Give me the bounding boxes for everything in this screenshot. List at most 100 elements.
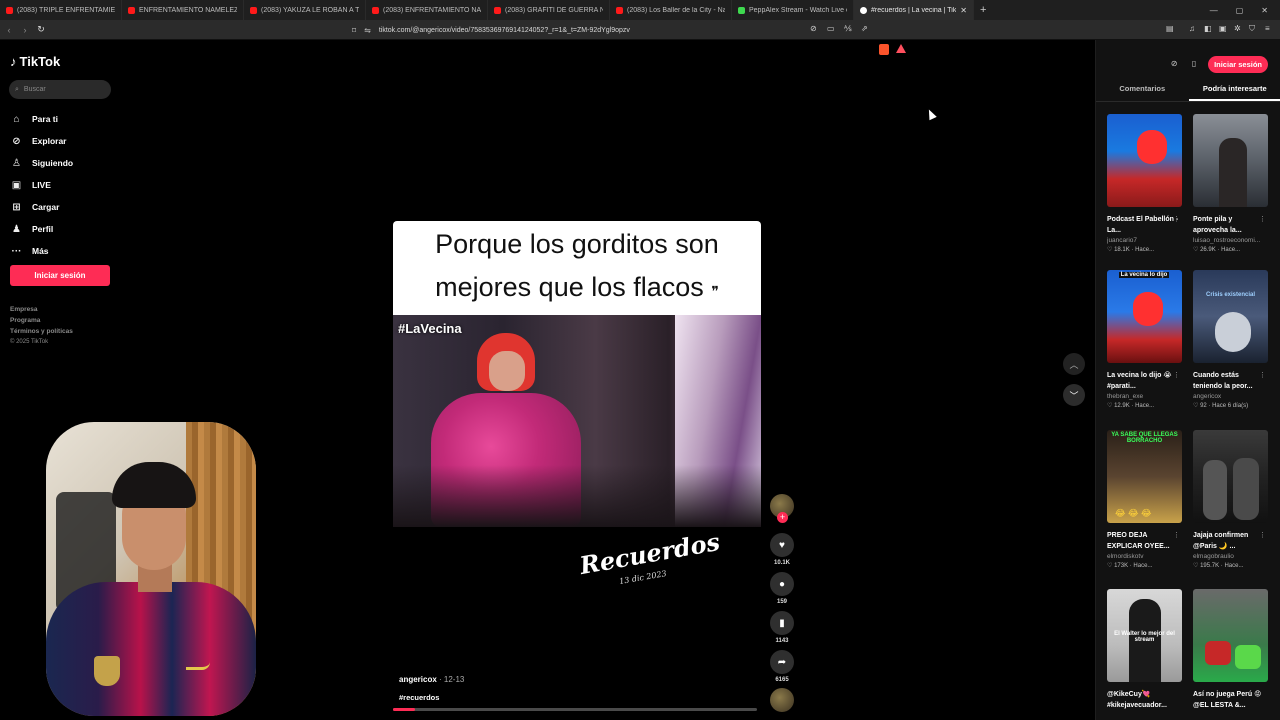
nav-item-cargar[interactable]: ⊞ Cargar (10, 196, 73, 218)
reload-icon[interactable]: ↻ (34, 24, 48, 35)
save-count: 1143 (775, 638, 789, 644)
footer-link-programa[interactable]: Programa (10, 317, 73, 324)
nav-item-live[interactable]: ▣ LIVE (10, 174, 73, 196)
live-icon: ▣ (11, 179, 22, 191)
tiktok-logo[interactable]: ♪ TikTok (10, 54, 60, 69)
save-button[interactable]: ▮ (770, 611, 794, 635)
video-author[interactable]: angericox (399, 675, 437, 684)
card-stats: ♡ 26.9K · Hace... (1193, 247, 1241, 253)
performer-head (489, 351, 525, 391)
coin-icon[interactable]: ⊘ (1168, 59, 1180, 71)
card-author: juancario7 (1107, 237, 1137, 244)
quote-icon: ❞ (711, 283, 719, 299)
creator-avatar[interactable]: + (770, 494, 794, 523)
video-caption-line2: mejores que los flacos ❞ (435, 272, 719, 302)
card-more-icon[interactable]: ⋮ (1173, 371, 1180, 379)
site-settings-icon[interactable]: ⇋ (364, 26, 371, 35)
card-more-icon[interactable]: ⋮ (1259, 531, 1266, 539)
login-button-top[interactable]: Iniciar sesión (1208, 56, 1268, 73)
browser-tab[interactable]: (2083) Los Baller de la City - Namelez (610, 0, 732, 20)
sound-disc-icon[interactable] (770, 688, 794, 712)
nav-item-explorar[interactable]: ⊘ Explorar (10, 130, 73, 152)
card-more-icon[interactable]: ⋮ (1259, 215, 1266, 223)
creator-avatar-group: + (768, 494, 796, 523)
share-group: ➦ 6165 (768, 650, 796, 683)
device-icon[interactable]: ▯ (1188, 59, 1200, 71)
prev-video-button[interactable]: ︿ (1063, 353, 1085, 375)
extension-icon[interactable]: ▤ (1166, 24, 1174, 33)
recommended-card[interactable]: Ponte pila y aprovecha la... ⋮ luisao_ro… (1193, 114, 1270, 253)
browser-tab[interactable]: (2083) YAKUZA LE ROBAN A TEO Y S (244, 0, 366, 20)
browser-tab[interactable]: PeppAlex Stream - Watch Live on Ki (732, 0, 854, 20)
back-icon[interactable]: ‹ (2, 25, 16, 35)
card-thumbnail (1193, 430, 1268, 523)
brave-rewards-icon[interactable] (896, 44, 906, 53)
menu-icon[interactable]: ≡ (1265, 24, 1270, 33)
tab-podria-interesarte[interactable]: Podría interesarte (1188, 82, 1280, 101)
recommended-card[interactable]: El Walter lo mejor del stream @KikeCuy💘 … (1107, 589, 1184, 711)
maximize-icon[interactable]: ▢ (1236, 6, 1244, 15)
next-video-button[interactable]: ﹀ (1063, 384, 1085, 406)
share-button[interactable]: ➦ (770, 650, 794, 674)
recommended-card[interactable]: YA SABE QUE LLEGAS BORRACHO 😂 😂 😂 PREO D… (1107, 430, 1184, 569)
close-tab-icon[interactable]: ✕ (960, 6, 967, 15)
card-author: thebran_exe (1107, 393, 1144, 400)
screen-icon[interactable]: ▭ (827, 24, 835, 33)
cast-icon[interactable]: ⊘ (810, 24, 817, 33)
browser-tab[interactable]: (2083) ENFRENTAMIENTO NAMELEZ (366, 0, 488, 20)
video-caption-box: Porque los gorditos son mejores que los … (393, 221, 761, 315)
bookmark-icon[interactable]: ⌑ (352, 26, 356, 35)
extensions-puzzle-icon[interactable]: ✲ (1234, 24, 1241, 33)
follow-plus-icon[interactable]: + (777, 512, 788, 523)
minimize-icon[interactable]: — (1210, 6, 1218, 15)
share-icon[interactable]: ⇗ (861, 24, 868, 33)
card-more-icon[interactable]: ⋮ (1259, 371, 1266, 379)
translate-icon[interactable]: ⅍ (844, 24, 852, 33)
card-stats: ♡ 18.1K · Hace... (1107, 247, 1155, 253)
video-progress-bar[interactable] (393, 708, 757, 711)
more-icon: ··· (11, 245, 22, 257)
music-icon[interactable]: ♫ (1189, 24, 1195, 33)
sidebar-toggle-icon[interactable]: ◧ (1204, 24, 1212, 33)
video-player[interactable]: Porque los gorditos son mejores que los … (393, 221, 761, 711)
browser-tab-active[interactable]: #recuerdos | La vecina | TikTo ✕ (854, 0, 974, 20)
comment-button[interactable]: ● (770, 572, 794, 596)
nav-item-para-ti[interactable]: ⌂ Para ti (10, 108, 73, 130)
vpn-icon[interactable]: ⛉ (1249, 24, 1255, 34)
login-button[interactable]: Iniciar sesión (10, 265, 110, 286)
recommended-card[interactable]: Así no juega Perú 😡@EL LESTA &... (1193, 589, 1270, 711)
browser-tab[interactable]: (2083) GRAFITI DE GUERRA NAMELE (488, 0, 610, 20)
card-title: Así no juega Perú 😡@EL LESTA &... (1193, 691, 1262, 709)
tab-comentarios[interactable]: Comentarios (1096, 82, 1189, 101)
brave-shield-icon[interactable] (879, 44, 889, 55)
wallet-icon[interactable]: ▣ (1219, 24, 1227, 33)
search-input[interactable]: ⌕ Buscar (9, 80, 111, 99)
nav-item-mas[interactable]: ··· Más (10, 240, 73, 262)
video-hashtag[interactable]: #recuerdos (399, 693, 439, 702)
new-tab-button[interactable]: + (974, 4, 992, 16)
card-overlay-text: YA SABE QUE LLEGAS BORRACHO (1111, 432, 1178, 444)
card-heart-icon: ♡ (1107, 247, 1113, 253)
nav-item-siguiendo[interactable]: ♙ Siguiendo (10, 152, 73, 174)
footer-link-terminos[interactable]: Términos y políticas (10, 328, 73, 335)
card-more-icon[interactable]: ⋮ (1173, 531, 1180, 539)
recommended-card[interactable]: Podcast El Pabellón - La... ⋮ juancario7… (1107, 114, 1184, 253)
like-button[interactable]: ♥ (770, 533, 794, 557)
browser-tab[interactable]: (2083) TRIPLE ENFRENTAMIENTO NA (0, 0, 122, 20)
video-overlay-tag: #LaVecina (398, 321, 462, 336)
nav-item-perfil[interactable]: ♟ Perfil (10, 218, 73, 240)
thumb-figure (1203, 460, 1227, 520)
recommended-card[interactable]: Jajaja confirmen @Paris 🌙 ... ⋮ elmagobr… (1193, 430, 1270, 569)
card-title: @KikeCuy💘 #kikejavecuador... (1107, 691, 1167, 709)
card-more-icon[interactable]: ⋮ (1173, 215, 1180, 223)
footer-link-empresa[interactable]: Empresa (10, 306, 73, 313)
recommended-card[interactable]: La vecina lo dijo La vecina lo dijo 😭 #p… (1107, 270, 1184, 409)
recommended-card[interactable]: Crisis existencial Cuando estás teniendo… (1193, 270, 1270, 409)
forward-icon[interactable]: › (18, 25, 32, 35)
browser-tab[interactable]: ENFRENTAMIENTO NAMELEZ VS YO (122, 0, 244, 20)
close-window-icon[interactable]: ✕ (1261, 6, 1268, 15)
card-stats: ♡ 12.9K · Hace... (1107, 403, 1155, 409)
url-text: tiktok.com/@angericox/video/758353697691… (378, 26, 630, 34)
thumb-figure (1133, 292, 1163, 326)
card-title: La vecina lo dijo 😭 #parati... (1107, 372, 1172, 390)
